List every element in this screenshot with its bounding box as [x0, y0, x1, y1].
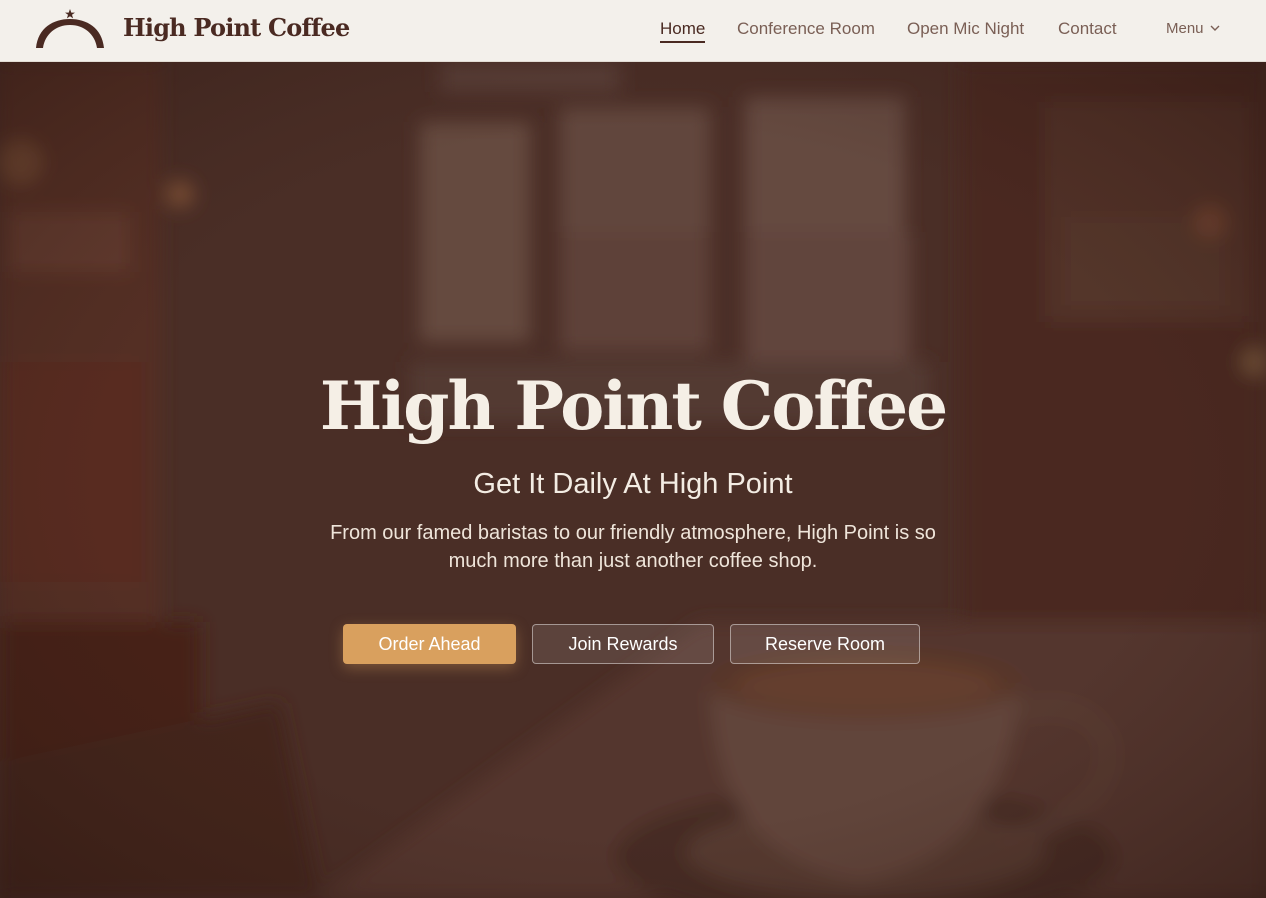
chevron-down-icon: [1210, 25, 1220, 31]
hero-title: High Point Coffee: [319, 367, 948, 445]
nav-conference-room[interactable]: Conference Room: [737, 19, 875, 39]
dome-star-logo-icon[interactable]: [35, 8, 105, 50]
site-header: High Point Coffee Home Conference Room O…: [0, 0, 1266, 62]
nav-home[interactable]: Home: [660, 19, 706, 43]
nav-contact[interactable]: Contact: [1058, 19, 1117, 39]
reserve-room-button[interactable]: Reserve Room: [730, 624, 920, 664]
order-ahead-button[interactable]: Order Ahead: [343, 624, 516, 664]
hero-description: From our famed baristas to our friendly …: [330, 522, 936, 572]
nav-open-mic-night[interactable]: Open Mic Night: [907, 19, 1024, 39]
menu-label: Menu: [1166, 20, 1204, 37]
hero-section: High Point Coffee Get It Daily At High P…: [0, 62, 1266, 898]
menu-button[interactable]: Menu: [1166, 20, 1220, 37]
join-rewards-button[interactable]: Join Rewards: [532, 624, 714, 664]
brand-name[interactable]: High Point Coffee: [123, 13, 350, 42]
hero-subtitle: Get It Daily At High Point: [473, 468, 793, 500]
